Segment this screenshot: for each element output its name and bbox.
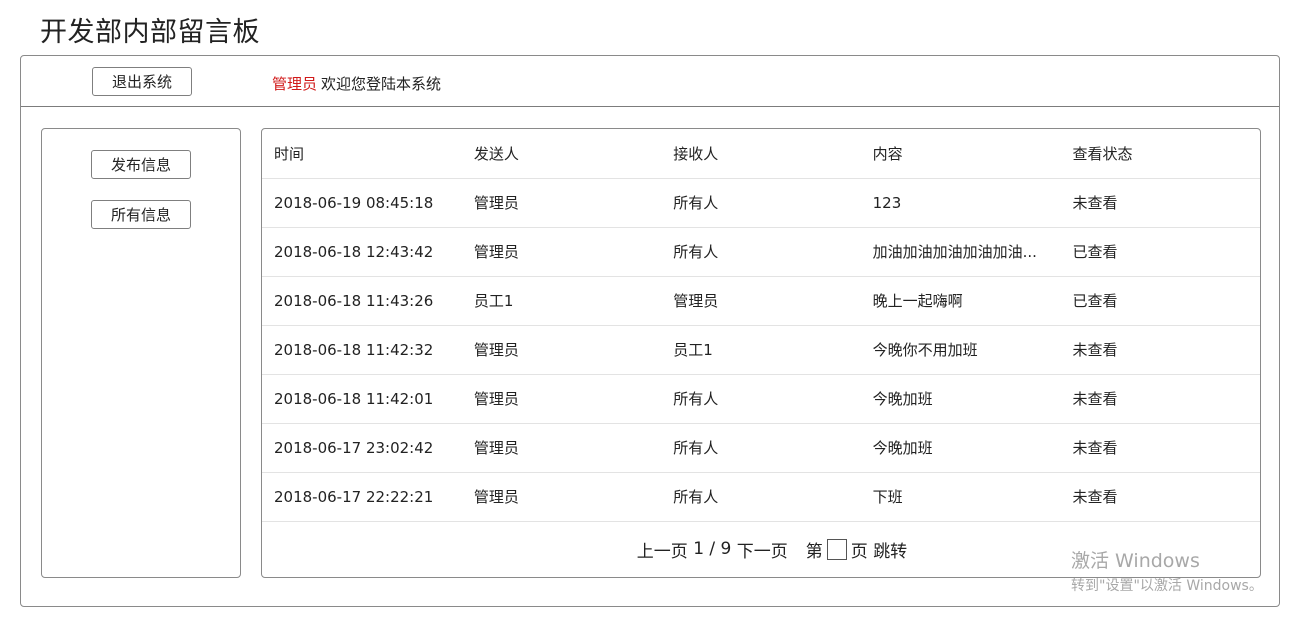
publish-message-button[interactable]: 发布信息 xyxy=(91,150,191,179)
header-sender: 发送人 xyxy=(461,129,662,179)
cell-time: 2018-06-18 11:42:01 xyxy=(262,374,462,424)
page-count: 1 / 9 xyxy=(693,539,732,559)
cell-sender: 管理员 xyxy=(461,472,662,522)
message-table: 时间 发送人 接收人 内容 查看状态 2018-06-19 08:45:18 管… xyxy=(262,129,1260,522)
logout-button[interactable]: 退出系统 xyxy=(92,67,192,96)
cell-receiver: 所有人 xyxy=(661,178,861,228)
sidebar: 发布信息 所有信息 xyxy=(41,128,241,578)
cell-receiver: 所有人 xyxy=(661,227,861,277)
cell-time: 2018-06-18 11:43:26 xyxy=(262,276,462,326)
cell-receiver: 员工1 xyxy=(661,325,861,375)
cell-time: 2018-06-17 22:22:21 xyxy=(262,472,462,522)
cell-time: 2018-06-18 11:42:32 xyxy=(262,325,462,375)
next-page-link[interactable]: 下一页 xyxy=(737,537,788,562)
cell-status: 未查看 xyxy=(1060,423,1260,473)
welcome-message: 管理员 欢迎您登陆本系统 xyxy=(272,73,441,94)
jump-link[interactable]: 跳转 xyxy=(873,537,907,562)
goto-suffix: 页 xyxy=(850,541,868,562)
cell-status: 已查看 xyxy=(1060,227,1260,277)
cell-content: 晚上一起嗨啊 xyxy=(860,276,1061,326)
cell-sender: 管理员 xyxy=(461,423,662,473)
header-status: 查看状态 xyxy=(1060,129,1260,179)
cell-sender: 管理员 xyxy=(461,325,662,375)
table-row[interactable]: 2018-06-18 11:43:26 员工1 管理员 晚上一起嗨啊 已查看 xyxy=(262,276,1260,326)
cell-status: 未查看 xyxy=(1060,178,1260,228)
table-header-row: 时间 发送人 接收人 内容 查看状态 xyxy=(262,129,1260,179)
message-table-panel: 时间 发送人 接收人 内容 查看状态 2018-06-19 08:45:18 管… xyxy=(261,128,1261,578)
cell-content: 今晚加班 xyxy=(860,423,1061,473)
all-messages-button[interactable]: 所有信息 xyxy=(91,200,191,229)
cell-sender: 管理员 xyxy=(461,178,662,228)
cell-status: 未查看 xyxy=(1060,325,1260,375)
prev-page-link[interactable]: 上一页 xyxy=(637,537,688,562)
cell-content: 123 xyxy=(860,178,1061,228)
cell-content: 今晚加班 xyxy=(860,374,1061,424)
page-number-input[interactable] xyxy=(826,538,847,560)
header-time: 时间 xyxy=(262,129,462,179)
table-row[interactable]: 2018-06-17 23:02:42 管理员 所有人 今晚加班 未查看 xyxy=(262,423,1260,473)
welcome-text: 欢迎您登陆本系统 xyxy=(321,75,442,93)
watermark-line1: 激活 Windows xyxy=(1071,550,1200,572)
cell-sender: 员工1 xyxy=(461,276,662,326)
windows-activation-watermark: 激活 Windows 转到"设置"以激活 Windows。 xyxy=(1071,546,1263,595)
cell-receiver: 所有人 xyxy=(661,472,861,522)
goto-prefix: 第 xyxy=(805,541,823,562)
cell-receiver: 所有人 xyxy=(661,374,861,424)
table-row[interactable]: 2018-06-18 11:42:01 管理员 所有人 今晚加班 未查看 xyxy=(262,374,1260,424)
cell-receiver: 管理员 xyxy=(661,276,861,326)
cell-time: 2018-06-17 23:02:42 xyxy=(262,423,462,473)
cell-status: 未查看 xyxy=(1060,472,1260,522)
cell-time: 2018-06-18 12:43:42 xyxy=(262,227,462,277)
watermark-line2: 转到"设置"以激活 Windows。 xyxy=(1071,578,1263,594)
page-title: 开发部内部留言板 xyxy=(40,17,260,48)
cell-status: 已查看 xyxy=(1060,276,1260,326)
cell-content: 加油加油加油加油加油... xyxy=(860,227,1061,277)
top-bar: 退出系统 管理员 欢迎您登陆本系统 xyxy=(21,56,1279,107)
user-role: 管理员 xyxy=(272,75,318,93)
table-row[interactable]: 2018-06-18 11:42:32 管理员 员工1 今晚你不用加班 未查看 xyxy=(262,325,1260,375)
table-row[interactable]: 2018-06-19 08:45:18 管理员 所有人 123 未查看 xyxy=(262,178,1260,228)
header-receiver: 接收人 xyxy=(661,129,861,179)
cell-sender: 管理员 xyxy=(461,374,662,424)
table-row[interactable]: 2018-06-17 22:22:21 管理员 所有人 下班 未查看 xyxy=(262,472,1260,522)
cell-sender: 管理员 xyxy=(461,227,662,277)
page-info: 1 / 9 xyxy=(688,539,737,559)
cell-time: 2018-06-19 08:45:18 xyxy=(262,178,462,228)
cell-receiver: 所有人 xyxy=(661,423,861,473)
cell-status: 未查看 xyxy=(1060,374,1260,424)
board-frame: 退出系统 管理员 欢迎您登陆本系统 发布信息 所有信息 时间 发送人 接收人 内容… xyxy=(20,55,1280,607)
header-content: 内容 xyxy=(860,129,1061,179)
cell-content: 今晚你不用加班 xyxy=(860,325,1061,375)
table-row[interactable]: 2018-06-18 12:43:42 管理员 所有人 加油加油加油加油加油..… xyxy=(262,227,1260,277)
cell-content: 下班 xyxy=(860,472,1061,522)
